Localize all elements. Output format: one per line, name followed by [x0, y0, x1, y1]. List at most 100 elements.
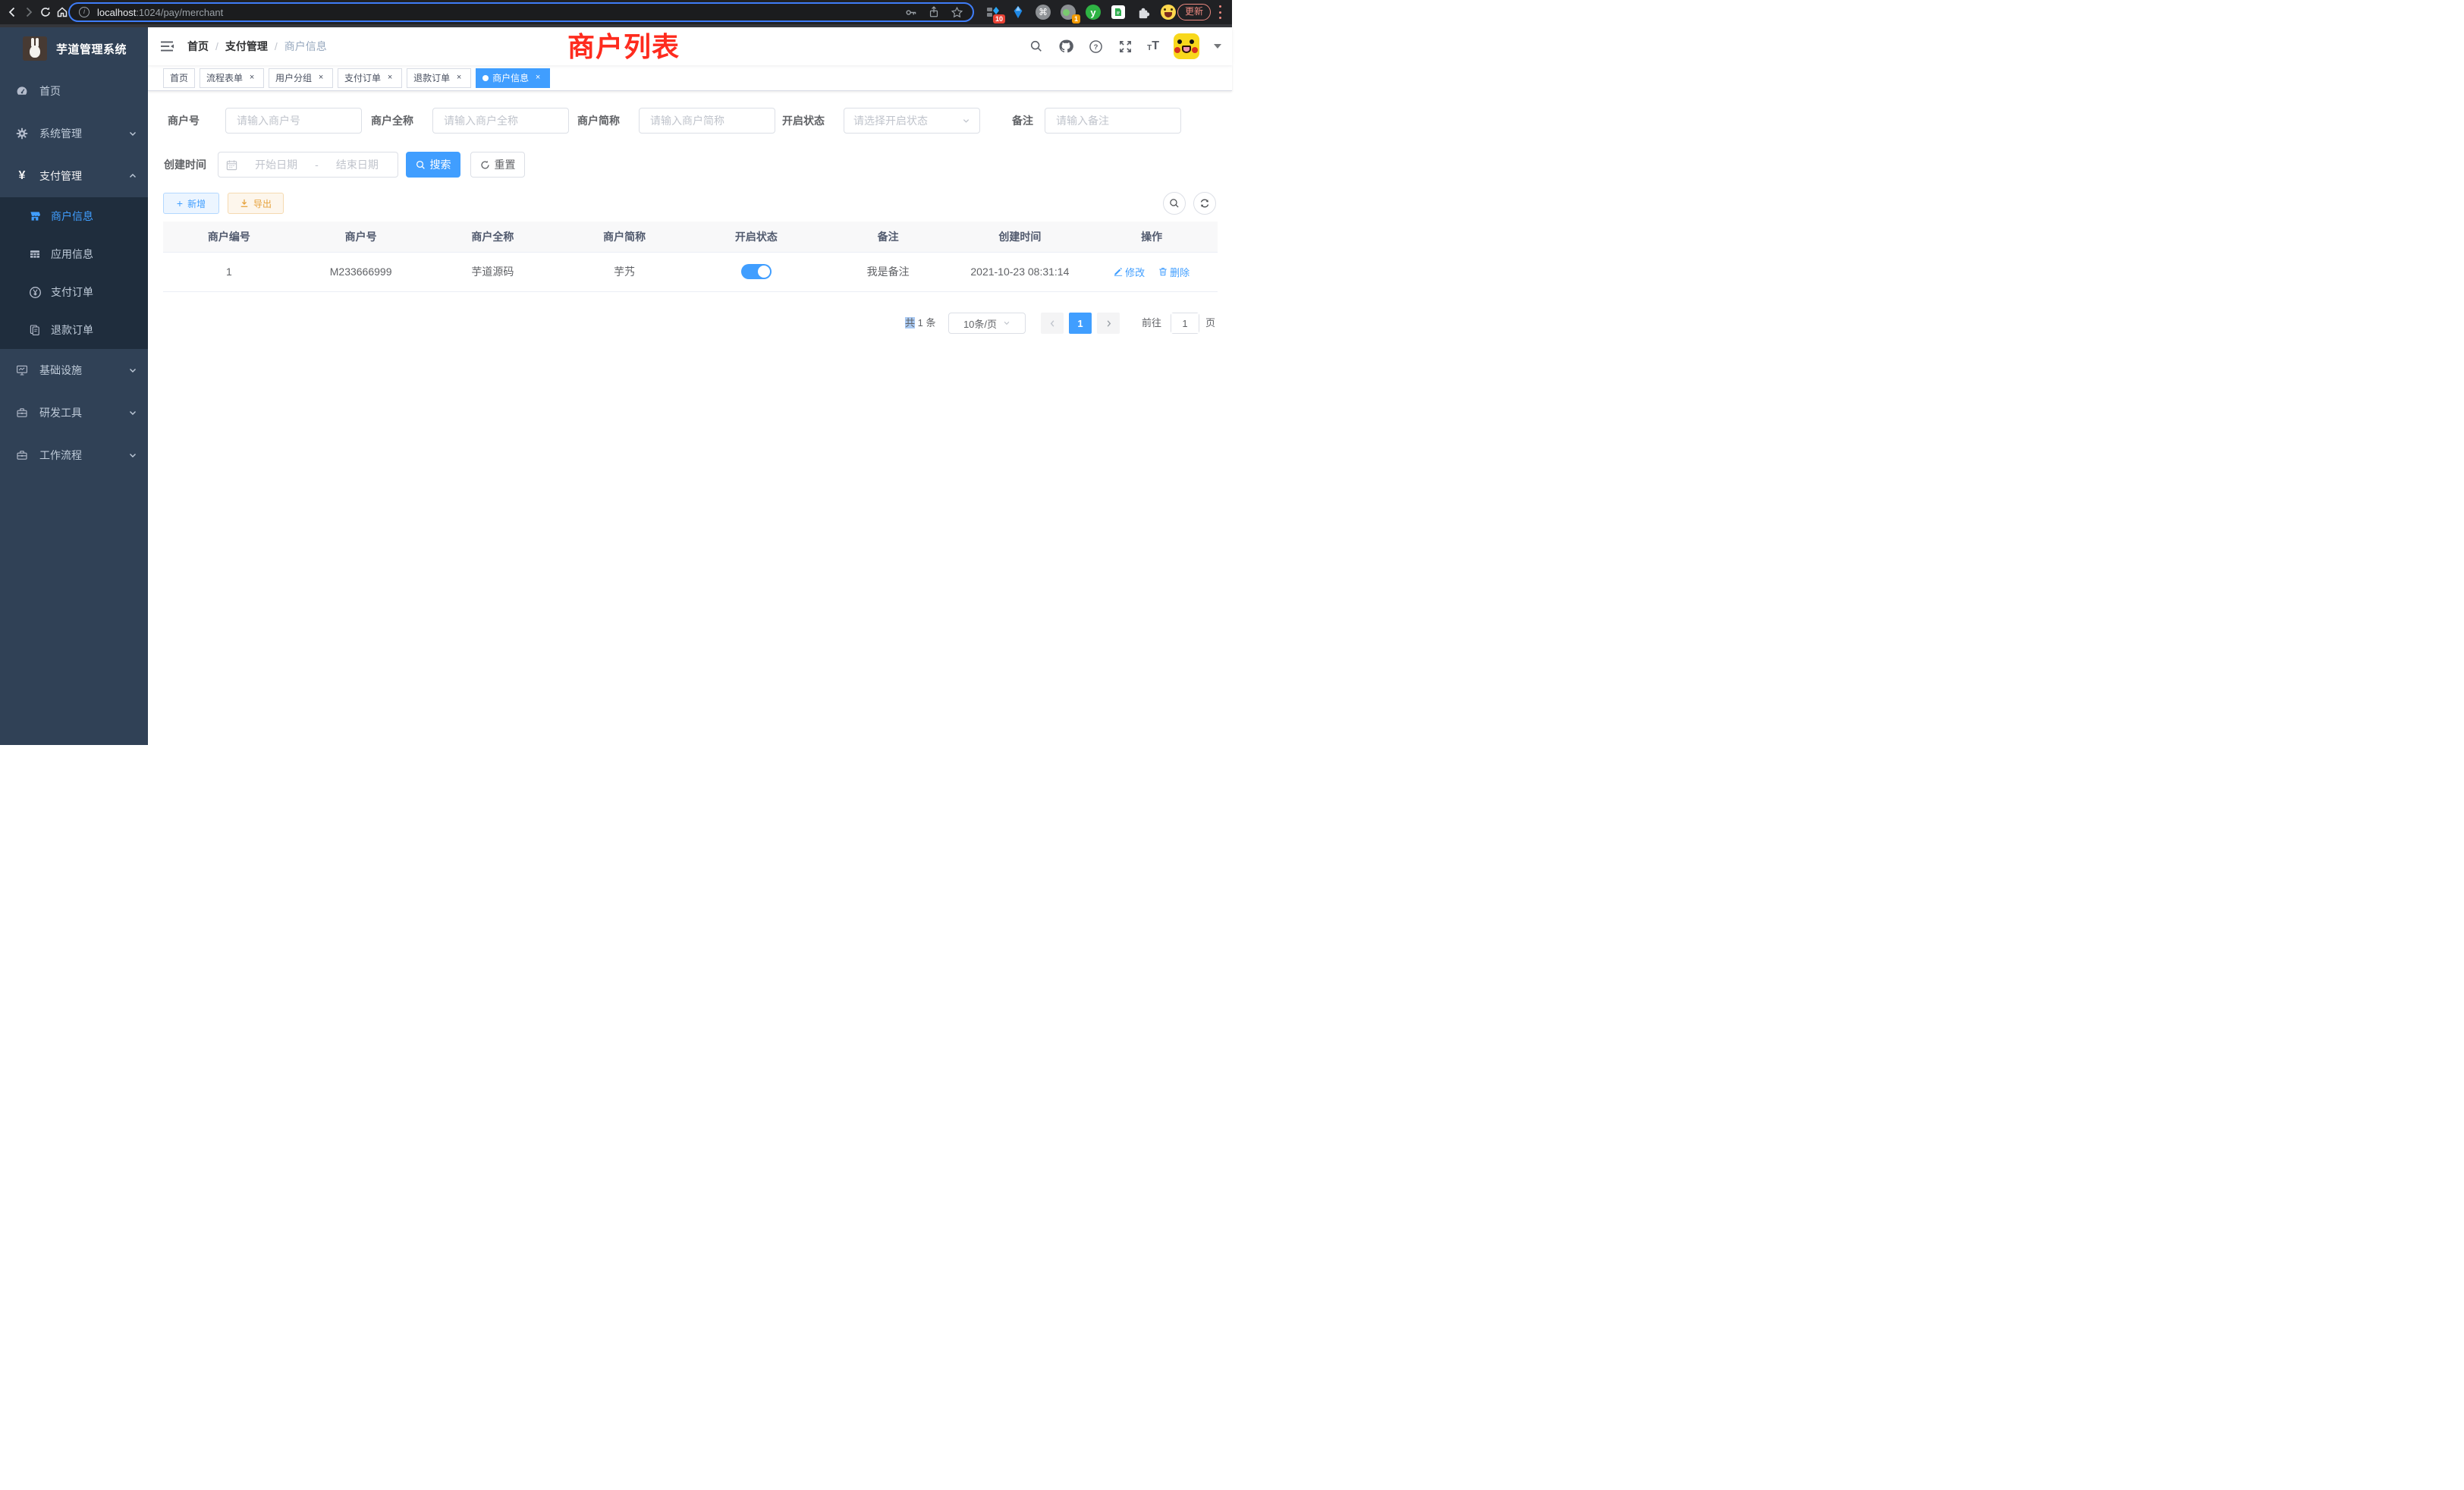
short-name-input-wrap: [639, 108, 775, 134]
page-number-current[interactable]: 1: [1069, 313, 1092, 334]
status-toggle[interactable]: [741, 264, 772, 279]
remark-input[interactable]: [1054, 114, 1171, 127]
sidebar-item-label: 首页: [39, 83, 61, 99]
app-logo[interactable]: 芋道管理系统: [0, 27, 148, 70]
site-info-icon[interactable]: i: [79, 7, 90, 17]
chevron-up-icon: [128, 171, 137, 181]
full-name-input[interactable]: [442, 114, 559, 127]
cell-actions: 修改 删除: [1086, 252, 1218, 291]
sidebar: 芋道管理系统 首页 系统管理 ¥ 支付管理 商户信息: [0, 27, 148, 745]
next-page-button[interactable]: [1097, 313, 1120, 334]
address-bar[interactable]: i localhost:1024/pay/merchant: [68, 2, 974, 22]
tab-home[interactable]: 首页: [163, 68, 195, 88]
font-size-icon[interactable]: TT: [1147, 40, 1159, 52]
breadcrumb-section[interactable]: 支付管理: [225, 39, 268, 54]
sidebar-item-system[interactable]: 系统管理: [0, 112, 148, 155]
col-create-time: 创建时间: [954, 222, 1086, 252]
hamburger-icon[interactable]: [159, 38, 175, 55]
breadcrumb-home[interactable]: 首页: [187, 39, 209, 54]
refresh-table-button[interactable]: [1193, 192, 1216, 215]
avatar[interactable]: [1174, 33, 1199, 59]
prev-page-button[interactable]: [1041, 313, 1064, 334]
delete-link[interactable]: 删除: [1158, 265, 1190, 279]
extension-command-icon[interactable]: ⌘: [1035, 4, 1051, 20]
sidebar-item-workflow[interactable]: 工作流程: [0, 434, 148, 476]
app-title: 芋道管理系统: [56, 41, 127, 57]
merchant-no-input[interactable]: [235, 114, 352, 127]
sidebar-item-app-info[interactable]: 应用信息: [0, 235, 148, 273]
chrome-update-button[interactable]: 更新: [1177, 4, 1211, 20]
edit-link[interactable]: 修改: [1114, 265, 1145, 279]
extension-gem-icon[interactable]: [1010, 4, 1026, 20]
browser-reload-button[interactable]: [38, 5, 53, 20]
close-icon[interactable]: ×: [385, 73, 395, 83]
close-icon[interactable]: ×: [533, 73, 543, 83]
extension-status-icon[interactable]: 1: [1060, 4, 1076, 20]
extension-emoji-icon[interactable]: [1160, 4, 1177, 20]
annotation-title: 商户列表: [567, 25, 680, 64]
extensions-puzzle-icon[interactable]: [1135, 4, 1152, 20]
pagination-total: 共 1 条: [905, 313, 935, 334]
sidebar-item-label: 支付管理: [39, 168, 82, 184]
sidebar-item-label: 系统管理: [39, 126, 82, 141]
add-button[interactable]: + 新增: [163, 193, 219, 214]
short-name-input[interactable]: [649, 114, 765, 127]
help-icon[interactable]: ?: [1088, 39, 1103, 54]
browser-toolbar: i localhost:1024/pay/merchant 10 ⌘ 1: [0, 0, 1232, 24]
header-search-icon[interactable]: [1029, 39, 1044, 54]
tab-refund-order[interactable]: 退款订单×: [407, 68, 471, 88]
sidebar-item-payment[interactable]: ¥ 支付管理: [0, 155, 148, 197]
tab-process-form[interactable]: 流程表单×: [200, 68, 264, 88]
share-icon[interactable]: [928, 6, 940, 18]
sidebar-item-refund-order[interactable]: 退款订单: [0, 311, 148, 349]
page-size-select[interactable]: 10条/页: [948, 313, 1026, 334]
chevron-down-icon: [128, 129, 137, 138]
github-icon[interactable]: [1058, 39, 1073, 54]
sidebar-item-merchant-info[interactable]: 商户信息: [0, 197, 148, 235]
grid-icon: [28, 248, 42, 260]
sidebar-item-dev-tools[interactable]: 研发工具: [0, 391, 148, 434]
sidebar-item-label: 工作流程: [39, 448, 82, 463]
browser-forward-button[interactable]: [21, 5, 36, 20]
sidebar-item-home[interactable]: 首页: [0, 70, 148, 112]
breadcrumb-current: 商户信息: [284, 39, 327, 54]
sidebar-item-infrastructure[interactable]: 基础设施: [0, 349, 148, 391]
extension-note-icon[interactable]: [1110, 4, 1127, 20]
tab-user-group[interactable]: 用户分组×: [269, 68, 333, 88]
goto-page-input-wrap: [1171, 313, 1199, 334]
close-icon[interactable]: ×: [316, 73, 326, 83]
goto-page-input[interactable]: [1171, 313, 1199, 333]
tab-merchant-info[interactable]: 商户信息×: [476, 68, 550, 88]
avatar-caret-icon[interactable]: [1214, 44, 1221, 49]
fullscreen-icon[interactable]: [1117, 39, 1133, 54]
briefcase-icon: [15, 449, 29, 461]
browser-home-button[interactable]: [55, 5, 70, 20]
sidebar-item-label: 基础设施: [39, 363, 82, 378]
chevron-down-icon: [128, 366, 137, 375]
extension-y-icon[interactable]: y: [1085, 4, 1102, 20]
search-button[interactable]: 搜索: [406, 152, 460, 178]
full-name-input-wrap: [432, 108, 569, 134]
browser-back-button[interactable]: [5, 5, 20, 20]
cell-full-name: 芋道源码: [427, 252, 559, 291]
chrome-menu-icon[interactable]: [1218, 5, 1221, 19]
show-search-toggle-button[interactable]: [1163, 192, 1186, 215]
reset-button[interactable]: 重置: [470, 152, 525, 178]
col-actions: 操作: [1086, 222, 1218, 252]
bookmark-star-icon[interactable]: [951, 6, 963, 19]
extension-sliders-icon[interactable]: 10: [985, 4, 1001, 20]
password-key-icon[interactable]: [904, 6, 917, 19]
dashboard-icon: [15, 85, 29, 97]
export-button[interactable]: 导出: [228, 193, 284, 214]
create-time-range-picker[interactable]: 开始日期 - 结束日期: [218, 152, 398, 178]
status-select[interactable]: 请选择开启状态: [844, 108, 980, 134]
payment-submenu: 商户信息 应用信息 支付订单 退款订单: [0, 197, 148, 349]
close-icon[interactable]: ×: [247, 73, 257, 83]
close-icon[interactable]: ×: [454, 73, 464, 83]
page-unit-label: 页: [1205, 313, 1215, 334]
app-navbar: 首页 / 支付管理 / 商户信息 ? TT: [148, 27, 1232, 65]
sidebar-item-label: 商户信息: [51, 209, 93, 224]
chevron-down-icon: [128, 451, 137, 460]
sidebar-item-pay-order[interactable]: 支付订单: [0, 273, 148, 311]
tab-pay-order[interactable]: 支付订单×: [338, 68, 402, 88]
